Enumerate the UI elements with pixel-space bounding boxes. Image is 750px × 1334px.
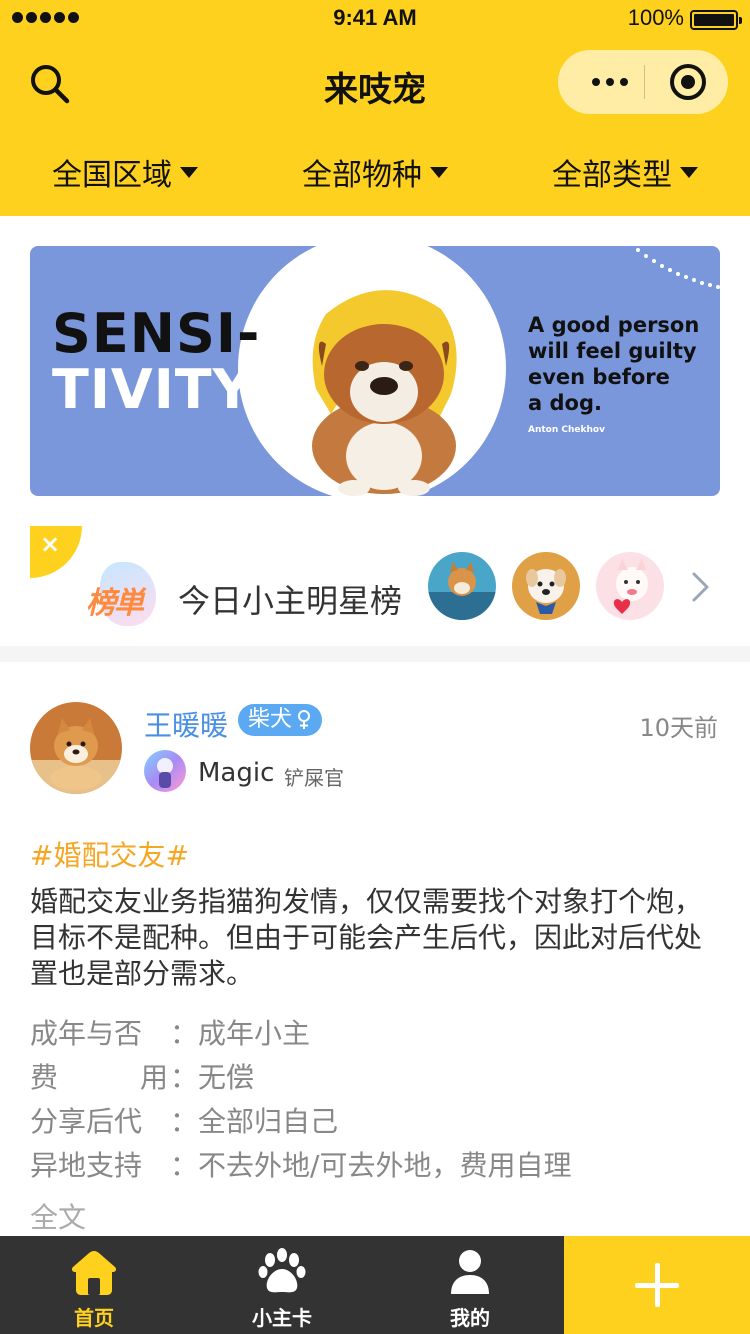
owner-name[interactable]: Magic xyxy=(198,758,274,788)
pet-name[interactable]: 王暖暖 xyxy=(144,704,228,744)
tab-pet-card[interactable]: 小主卡 xyxy=(188,1236,376,1334)
breed-label: 柴犬 xyxy=(248,707,293,732)
attribute-value: 不去外地/可去外地，费用自理 xyxy=(198,1149,572,1182)
battery-icon xyxy=(690,10,742,30)
bulldog-image xyxy=(312,290,457,496)
banner-dots-decoration xyxy=(636,248,720,289)
promo-banner[interactable]: SENSI- TIVITY A good person will feel gu… xyxy=(30,246,720,496)
chevron-right-icon[interactable] xyxy=(688,570,712,604)
tab-home[interactable]: 首页 xyxy=(0,1236,188,1334)
attribute-row: 费用 ： 无偿 xyxy=(30,1056,720,1100)
star-avatar[interactable] xyxy=(512,552,580,620)
banner-quote-line: even before xyxy=(528,365,670,389)
female-icon xyxy=(298,710,311,729)
caret-down-icon xyxy=(180,166,198,178)
filter-bar: 全国区域 全部物种 全部类型 xyxy=(0,128,750,216)
star-board-title: 今日小主明星榜 xyxy=(178,582,403,620)
read-more-link[interactable]: 全文 xyxy=(30,1196,86,1236)
filter-label: 全部物种 xyxy=(302,158,422,193)
banner-section: SENSI- TIVITY A good person will feel gu… xyxy=(0,216,750,646)
home-icon xyxy=(71,1251,117,1295)
tab-label: 首页 xyxy=(74,1306,114,1330)
filter-species[interactable]: 全部物种 xyxy=(250,128,500,216)
caret-down-icon xyxy=(680,166,698,178)
star-avatar[interactable] xyxy=(428,552,496,620)
rank-logo-text: 榜単 xyxy=(86,586,144,621)
paw-icon xyxy=(258,1248,306,1293)
attribute-key: 费用 xyxy=(30,1061,168,1094)
nav-bar: 来吱宠 xyxy=(0,40,750,128)
owner-role: 铲屎官 xyxy=(284,766,344,790)
caret-down-icon xyxy=(430,166,448,178)
filter-type[interactable]: 全部类型 xyxy=(500,128,750,216)
attribute-key: 异地支持 xyxy=(30,1149,143,1182)
star-board[interactable]: × 榜単 今日小主明星榜 xyxy=(0,526,750,646)
attribute-value: 无偿 xyxy=(198,1061,255,1094)
attribute-key: 成年与否 xyxy=(30,1017,143,1050)
breed-tag: 柴犬 xyxy=(238,704,323,736)
tab-bar: 首页 小主卡 我的 xyxy=(0,1236,750,1334)
attribute-value: 全部归自己 xyxy=(198,1105,339,1138)
close-miniprogram-icon[interactable] xyxy=(670,64,706,100)
owner-avatar[interactable] xyxy=(144,750,186,792)
banner-headline-line1: SENSI- xyxy=(52,302,261,365)
close-icon: × xyxy=(40,530,61,558)
banner-headline: SENSI- TIVITY xyxy=(52,306,260,418)
status-bar: 9:41 AM 100% xyxy=(0,0,750,40)
attribute-colon: ： xyxy=(170,1017,199,1050)
tab-label: 我的 xyxy=(450,1306,490,1330)
pet-avatar[interactable] xyxy=(30,702,122,794)
banner-quote-line: A good person xyxy=(528,313,700,337)
tab-mine[interactable]: 我的 xyxy=(376,1236,564,1334)
attribute-row: 分享后代 ： 全部归自己 xyxy=(30,1100,720,1144)
rank-logo: 榜単 xyxy=(86,562,166,632)
attribute-colon: ： xyxy=(170,1149,199,1182)
post-attributes: 成年与否 ： 成年小主 费用 ： 无偿 分享后代 ： 全部归自己 异地支持 ： … xyxy=(30,1012,720,1188)
banner-quote: A good person will feel guilty even befo… xyxy=(528,312,699,416)
capsule-divider xyxy=(644,65,645,99)
post-card[interactable]: 王暖暖 柴犬 10天前 Magic 铲屎官 #婚配交友# 婚配交友业务指猫狗发情… xyxy=(0,662,750,1236)
miniprogram-capsule xyxy=(558,50,728,114)
star-avatar[interactable] xyxy=(596,552,664,620)
user-icon xyxy=(451,1250,489,1294)
attribute-row: 异地支持 ： 不去外地/可去外地，费用自理 xyxy=(30,1144,720,1188)
banner-headline-line2: TIVITY xyxy=(52,358,253,421)
attribute-value: 成年小主 xyxy=(198,1017,311,1050)
attribute-colon: ： xyxy=(170,1061,199,1094)
post-time: 10天前 xyxy=(639,714,718,742)
attribute-row: 成年与否 ： 成年小主 xyxy=(30,1012,720,1056)
plus-icon xyxy=(655,1263,660,1307)
battery-percentage: 100% xyxy=(627,5,684,30)
filter-label: 全部类型 xyxy=(552,158,672,193)
filter-label: 全国区域 xyxy=(52,158,172,193)
filter-region[interactable]: 全国区域 xyxy=(0,128,250,216)
tab-label: 小主卡 xyxy=(252,1306,312,1330)
banner-quote-line: will feel guilty xyxy=(528,339,697,363)
header: 9:41 AM 100% 来吱宠 全国区域 全部物种 全部类型 xyxy=(0,0,750,216)
add-post-button[interactable] xyxy=(564,1236,750,1334)
close-badge-button[interactable]: × xyxy=(30,526,82,578)
post-body: 婚配交友业务指猫狗发情，仅仅需要找个对象打个炮，目标不是配种。但由于可能会产生后… xyxy=(30,885,703,990)
post-hashtag[interactable]: #婚配交友# xyxy=(30,834,189,874)
attribute-key: 分享后代 xyxy=(30,1105,143,1138)
attribute-colon: ： xyxy=(170,1105,199,1138)
banner-author: Anton Chekhov xyxy=(528,425,605,435)
banner-quote-line: a dog. xyxy=(528,391,602,415)
more-icon[interactable] xyxy=(580,50,640,114)
